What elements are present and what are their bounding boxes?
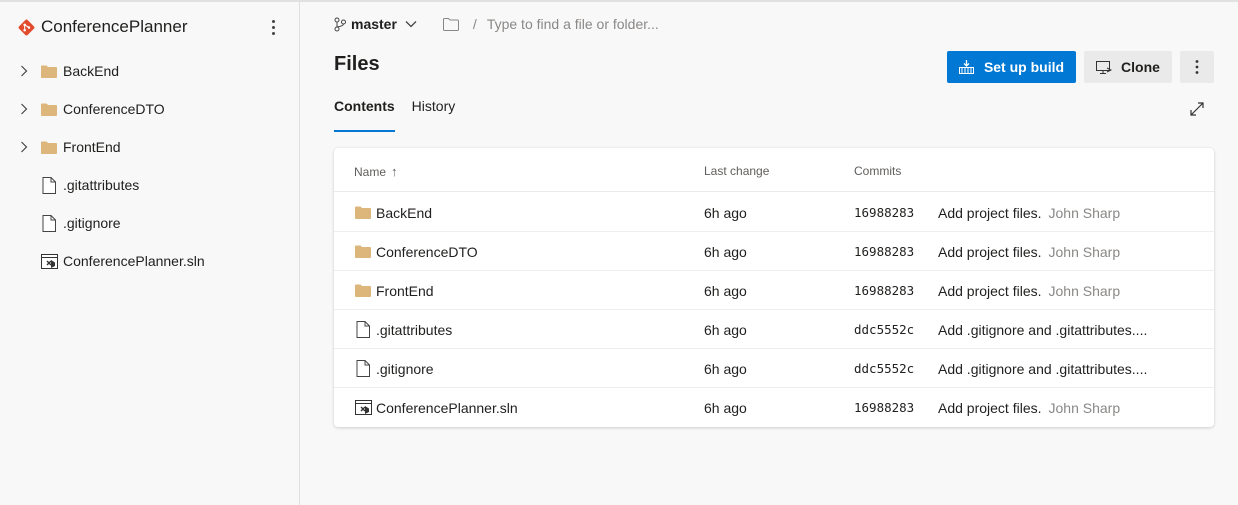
commit-author: John Sharp bbox=[1048, 204, 1121, 221]
commit-id[interactable]: ddc5552c bbox=[854, 349, 914, 388]
tree-item-label: .gitattributes bbox=[63, 177, 140, 193]
commit-message: Add .gitignore and .gitattributes.... bbox=[938, 360, 1148, 377]
tree-item-label: FrontEnd bbox=[63, 139, 121, 155]
branch-icon bbox=[334, 17, 346, 32]
tree-item-label: ConferencePlanner.sln bbox=[63, 253, 205, 269]
folder-icon bbox=[40, 65, 58, 78]
page-title: Files bbox=[334, 53, 380, 75]
file-name[interactable]: FrontEnd bbox=[376, 283, 434, 299]
table-row[interactable]: .gitignore 6h ago ddc5552c Add .gitignor… bbox=[334, 349, 1214, 388]
clone-label: Clone bbox=[1121, 59, 1160, 75]
commit-message: Add project files. bbox=[938, 243, 1042, 260]
last-change: 6h ago bbox=[704, 243, 747, 260]
tree-item-label: BackEnd bbox=[63, 63, 120, 79]
build-icon bbox=[958, 60, 974, 74]
file-name[interactable]: BackEnd bbox=[376, 205, 432, 221]
tree-item-label: ConferenceDTO bbox=[63, 101, 165, 117]
commit-id[interactable]: 16988283 bbox=[854, 193, 914, 232]
repo-name: ConferencePlanner bbox=[41, 17, 188, 36]
branch-selector[interactable]: master bbox=[334, 16, 417, 32]
file-name[interactable]: ConferenceDTO bbox=[376, 244, 478, 260]
table-row[interactable]: ConferencePlanner.sln 6h ago 16988283 Ad… bbox=[334, 388, 1214, 427]
file-icon bbox=[354, 360, 372, 377]
file-icon bbox=[40, 176, 58, 194]
commit-author: John Sharp bbox=[1048, 399, 1121, 416]
column-header-name[interactable]: Name ↑ bbox=[354, 164, 398, 179]
commit-message: Add project files. bbox=[938, 204, 1042, 221]
table-row[interactable]: .gitattributes 6h ago ddc5552c Add .giti… bbox=[334, 310, 1214, 349]
files-table: Name ↑ Last change Commits BackEnd 6h ag… bbox=[334, 148, 1214, 427]
file-name[interactable]: .gitignore bbox=[376, 361, 434, 377]
tab-bar: Contents History bbox=[334, 98, 472, 132]
last-change: 6h ago bbox=[704, 282, 747, 299]
column-header-commits[interactable]: Commits bbox=[854, 164, 901, 178]
path-search-input[interactable] bbox=[486, 16, 707, 32]
file-tree-sidebar: ConferencePlanner BackEnd ConferenceDTO … bbox=[0, 2, 300, 505]
tree-item-backend[interactable]: BackEnd bbox=[18, 52, 288, 90]
chevron-right-icon[interactable] bbox=[18, 103, 30, 115]
last-change: 6h ago bbox=[704, 360, 747, 377]
tree-item-conferenceplanner-sln[interactable]: ConferencePlanner.sln bbox=[18, 242, 288, 280]
folder-icon bbox=[354, 284, 372, 297]
commit-message: Add project files. bbox=[938, 399, 1042, 416]
commit-message: Add .gitignore and .gitattributes.... bbox=[938, 321, 1148, 338]
tree-item-gitignore[interactable]: .gitignore bbox=[18, 204, 288, 242]
commit-id[interactable]: 16988283 bbox=[854, 388, 914, 427]
commit-id[interactable]: ddc5552c bbox=[854, 310, 914, 349]
commit-message: Add project files. bbox=[938, 282, 1042, 299]
repo-header[interactable]: ConferencePlanner bbox=[18, 15, 187, 39]
folder-icon bbox=[354, 206, 372, 219]
folder-icon bbox=[354, 245, 372, 258]
clone-icon bbox=[1096, 60, 1113, 74]
setup-build-button[interactable]: Set up build bbox=[947, 51, 1076, 83]
solution-file-icon bbox=[40, 253, 58, 269]
path-separator: / bbox=[472, 16, 477, 32]
tab-contents[interactable]: Contents bbox=[334, 98, 395, 132]
file-icon bbox=[40, 214, 58, 232]
commit-author: John Sharp bbox=[1048, 243, 1121, 260]
chevron-right-icon[interactable] bbox=[18, 141, 30, 153]
tree-item-frontend[interactable]: FrontEnd bbox=[18, 128, 288, 166]
commit-id[interactable]: 16988283 bbox=[854, 232, 914, 271]
column-name-label: Name bbox=[354, 164, 387, 179]
file-name[interactable]: .gitattributes bbox=[376, 322, 452, 338]
file-icon bbox=[354, 321, 372, 338]
tab-history[interactable]: History bbox=[412, 98, 456, 132]
table-row[interactable]: ConferenceDTO 6h ago 16988283 Add projec… bbox=[334, 232, 1214, 271]
chevron-right-icon[interactable] bbox=[18, 65, 30, 77]
path-bar: master / bbox=[334, 12, 707, 36]
tree-item-conferencedto[interactable]: ConferenceDTO bbox=[18, 90, 288, 128]
folder-icon bbox=[40, 103, 58, 116]
folder-icon bbox=[40, 141, 58, 154]
chevron-down-icon bbox=[405, 20, 417, 28]
column-header-last-change[interactable]: Last change bbox=[704, 164, 769, 178]
file-name[interactable]: ConferencePlanner.sln bbox=[376, 400, 518, 416]
tree-item-label: .gitignore bbox=[63, 215, 121, 231]
solution-file-icon bbox=[354, 400, 372, 415]
git-logo-icon bbox=[18, 19, 35, 36]
last-change: 6h ago bbox=[704, 399, 747, 416]
setup-build-label: Set up build bbox=[983, 59, 1065, 75]
last-change: 6h ago bbox=[704, 321, 747, 338]
tree-item-gitattributes[interactable]: .gitattributes bbox=[18, 166, 288, 204]
table-row[interactable]: BackEnd 6h ago 16988283 Add project file… bbox=[334, 193, 1214, 232]
commit-author: John Sharp bbox=[1048, 282, 1121, 299]
more-vertical-icon[interactable] bbox=[262, 15, 284, 39]
folder-outline-icon[interactable] bbox=[442, 17, 459, 31]
commit-id[interactable]: 16988283 bbox=[854, 271, 914, 310]
expand-icon[interactable] bbox=[1187, 99, 1207, 119]
branch-name: master bbox=[351, 16, 397, 32]
sort-ascending-icon: ↑ bbox=[391, 164, 398, 179]
more-vertical-icon bbox=[1195, 59, 1199, 75]
table-header: Name ↑ Last change Commits bbox=[334, 148, 1214, 192]
table-row[interactable]: FrontEnd 6h ago 16988283 Add project fil… bbox=[334, 271, 1214, 310]
clone-button[interactable]: Clone bbox=[1084, 51, 1172, 83]
more-actions-button[interactable] bbox=[1180, 51, 1214, 83]
last-change: 6h ago bbox=[704, 204, 747, 221]
